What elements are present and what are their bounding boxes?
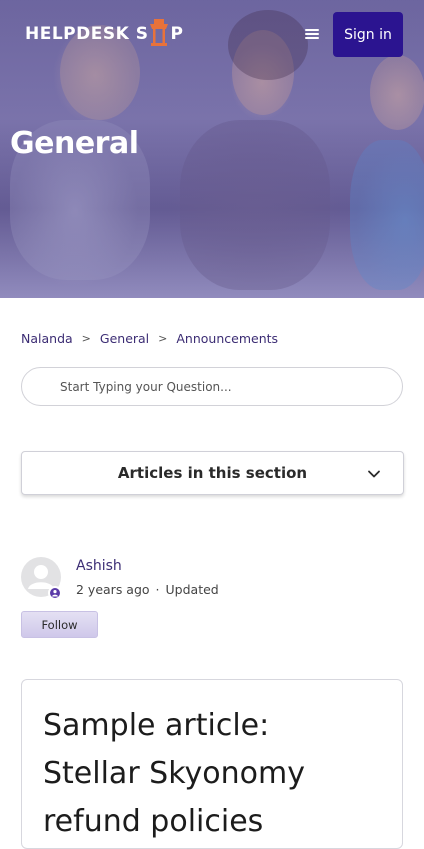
breadcrumb-item-general[interactable]: General — [100, 331, 149, 346]
helpdesk-logo[interactable]: HELPDESK S P — [25, 19, 183, 49]
breadcrumb-separator-icon: > — [158, 332, 168, 345]
meta-separator: · — [155, 582, 160, 597]
user-badge-icon — [48, 586, 62, 600]
post-time: 2 years ago — [76, 582, 150, 597]
breadcrumb-separator-icon: > — [81, 332, 91, 345]
breadcrumb: Nalanda > General > Announcements — [21, 331, 278, 346]
article-title: Sample article: Stellar Skyonomy refund … — [43, 708, 305, 839]
article-card: Sample article: Stellar Skyonomy refund … — [21, 679, 403, 849]
shop-logo-icon — [149, 19, 169, 49]
page-title: General — [10, 126, 139, 161]
logo-text-suffix: P — [170, 24, 184, 44]
updated-label: Updated — [165, 582, 219, 597]
signin-button[interactable]: Sign in — [333, 12, 403, 57]
follow-button[interactable]: Follow — [21, 611, 98, 638]
hero-banner: HELPDESK S P Sign in General — [0, 0, 424, 298]
search-box — [21, 367, 403, 406]
articles-section-dropdown[interactable]: Articles in this section — [21, 451, 404, 495]
hamburger-icon[interactable] — [305, 27, 319, 41]
search-input[interactable] — [22, 368, 402, 405]
articles-section-label: Articles in this section — [117, 464, 308, 482]
chevron-down-icon — [367, 466, 381, 480]
breadcrumb-item-announcements[interactable]: Announcements — [176, 331, 278, 346]
author-name[interactable]: Ashish — [76, 558, 122, 574]
breadcrumb-item-nalanda[interactable]: Nalanda — [21, 331, 73, 346]
logo-text-prefix: HELPDESK S — [25, 24, 149, 44]
author-meta: 2 years ago · Updated — [76, 582, 219, 597]
